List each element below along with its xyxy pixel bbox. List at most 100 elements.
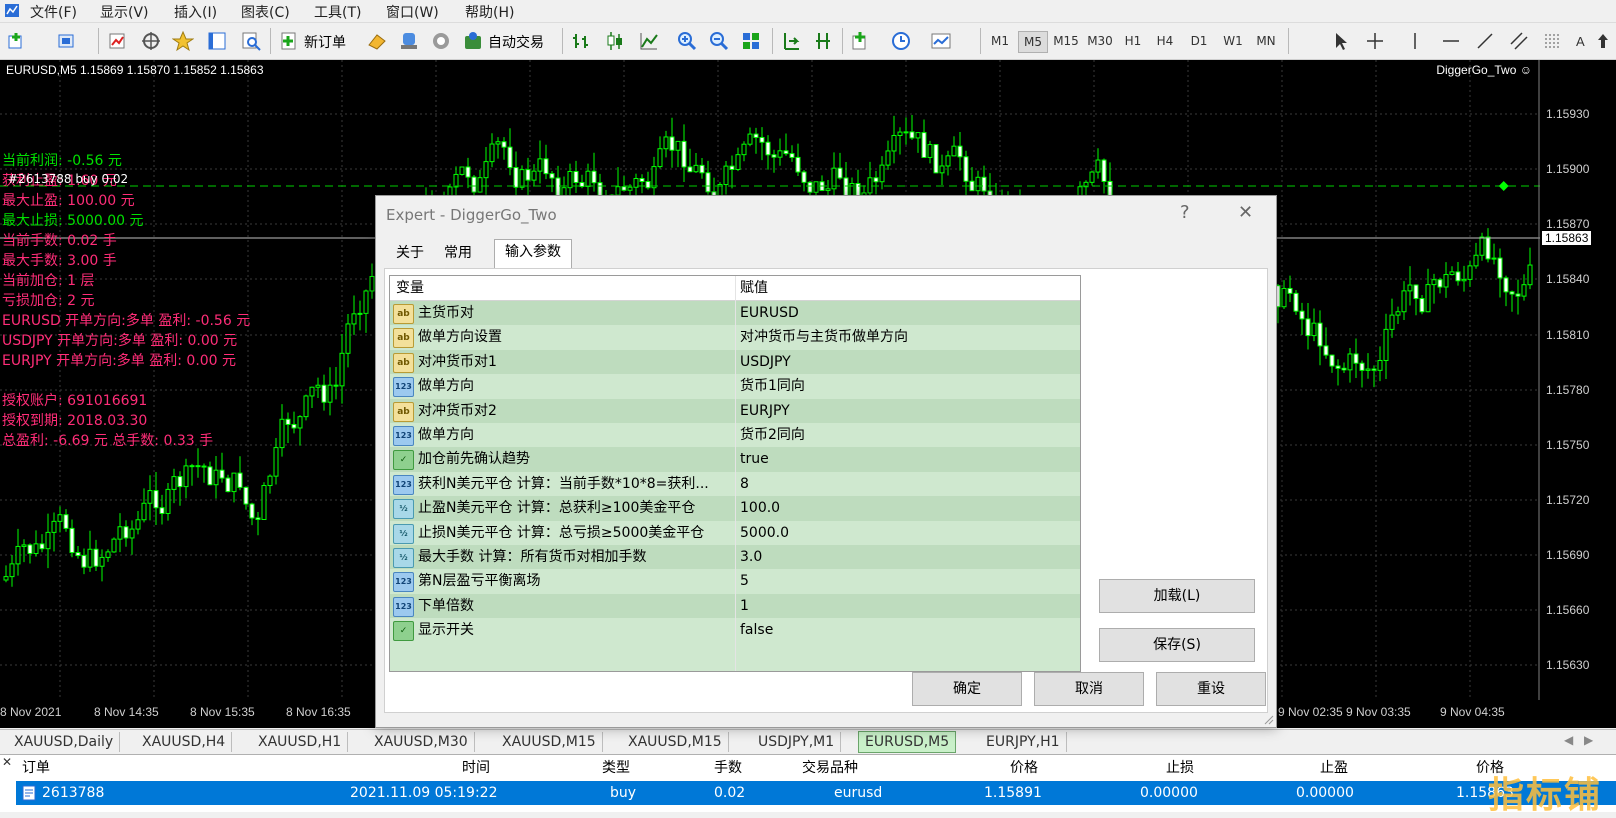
zoom-in-icon[interactable] <box>676 30 698 52</box>
tab-eurusd-m5[interactable]: EURUSD,M5 <box>858 731 957 753</box>
candlestick-icon[interactable] <box>604 30 626 52</box>
templates-icon[interactable] <box>930 30 952 52</box>
menu-charts[interactable]: 图表(C) <box>241 2 290 22</box>
close-button[interactable]: ✕ <box>1238 202 1253 223</box>
param-value[interactable]: USDJPY <box>740 350 791 375</box>
col-time[interactable]: 时间 <box>462 757 490 779</box>
param-value[interactable]: EURJPY <box>740 399 790 424</box>
auto-trading-icon[interactable] <box>462 30 484 52</box>
timeframe-h1[interactable]: H1 <box>1120 31 1146 51</box>
timeframe-m1[interactable]: M1 <box>986 31 1014 51</box>
load-button[interactable]: 加载(L) <box>1099 579 1255 613</box>
help-button[interactable]: ? <box>1180 202 1190 223</box>
param-value[interactable]: 1 <box>740 594 749 619</box>
resize-grip-icon[interactable] <box>1264 715 1274 725</box>
tab-xauusd-h4[interactable]: XAUUSD,H4 <box>136 732 233 752</box>
chart-shift-icon[interactable] <box>812 30 834 52</box>
tab-inputs[interactable]: 输入参数 <box>494 239 572 269</box>
line-chart-icon[interactable] <box>638 30 660 52</box>
param-value[interactable]: 5000.0 <box>740 521 789 546</box>
bar-chart-icon[interactable] <box>570 30 592 52</box>
price-scale[interactable]: 1.15930 1.15900 1.15870 1.15840 1.15810 1.157… <box>1540 60 1616 728</box>
table-row[interactable] <box>16 781 1616 805</box>
col-value[interactable]: 赋值 <box>735 276 1080 301</box>
metaeditor-icon[interactable] <box>366 30 388 52</box>
new-order-icon[interactable] <box>278 30 300 52</box>
col-lots[interactable]: 手数 <box>714 757 742 779</box>
signals-icon[interactable] <box>398 30 420 52</box>
tab-xauusd-m30[interactable]: XAUUSD,M30 <box>368 732 475 752</box>
cursor-icon[interactable] <box>1330 30 1352 52</box>
equidistant-channel-icon[interactable] <box>1508 30 1530 52</box>
param-value[interactable]: 货币2同向 <box>740 423 805 448</box>
tile-windows-icon[interactable] <box>740 30 762 52</box>
periods-icon[interactable] <box>890 30 912 52</box>
param-value[interactable]: 5 <box>740 569 749 594</box>
tab-xauusd-daily[interactable]: XAUUSD,Daily <box>8 732 121 752</box>
navigator-icon[interactable] <box>172 30 194 52</box>
col-type[interactable]: 类型 <box>602 757 630 779</box>
vertical-line-icon[interactable] <box>1404 30 1426 52</box>
tab-scroll-left-icon[interactable]: ◀ <box>1564 733 1573 747</box>
col-order[interactable]: 订单 <box>22 757 50 779</box>
trendline-icon[interactable] <box>1474 30 1496 52</box>
tab-xauusd-m15[interactable]: XAUUSD,M15 <box>496 732 603 752</box>
timeframe-d1[interactable]: D1 <box>1186 31 1212 51</box>
text-label-icon[interactable]: A <box>1570 30 1592 52</box>
radio-icon[interactable] <box>430 30 452 52</box>
param-value[interactable]: true <box>740 447 769 472</box>
ok-button[interactable]: 确定 <box>912 672 1022 706</box>
param-value[interactable]: EURUSD <box>740 301 799 326</box>
menu-window[interactable]: 窗口(W) <box>386 2 439 22</box>
tab-about[interactable]: 关于 <box>386 241 434 266</box>
auto-trading-button[interactable]: 自动交易 <box>488 32 544 52</box>
cancel-button[interactable]: 取消 <box>1034 672 1144 706</box>
param-value[interactable]: 100.0 <box>740 496 780 521</box>
tab-xauusd-h1[interactable]: XAUUSD,H1 <box>252 732 349 752</box>
menu-file[interactable]: 文件(F) <box>30 2 77 22</box>
param-value[interactable]: 货币1同向 <box>740 374 805 399</box>
new-order-button[interactable]: 新订单 <box>304 32 346 52</box>
market-watch-icon[interactable] <box>106 30 128 52</box>
profiles-icon[interactable] <box>56 30 78 52</box>
param-value[interactable]: 3.0 <box>740 545 762 570</box>
auto-scroll-icon[interactable] <box>780 30 802 52</box>
param-value[interactable]: 对冲货币与主货币做单方向 <box>740 325 908 350</box>
tab-common[interactable]: 常用 <box>434 241 482 266</box>
close-panel-icon[interactable]: ✕ <box>2 755 12 769</box>
timeframe-m5[interactable]: M5 <box>1018 31 1048 53</box>
crosshair-icon[interactable] <box>1364 30 1386 52</box>
terminal-icon[interactable] <box>206 30 228 52</box>
menu-insert[interactable]: 插入(I) <box>174 2 217 22</box>
arrow-icon[interactable] <box>1592 30 1614 52</box>
save-button[interactable]: 保存(S) <box>1099 628 1255 662</box>
horizontal-line-icon[interactable] <box>1440 30 1462 52</box>
new-chart-icon[interactable] <box>6 30 28 52</box>
reset-button[interactable]: 重设 <box>1156 672 1266 706</box>
timeframe-w1[interactable]: W1 <box>1220 31 1246 51</box>
param-value[interactable]: 8 <box>740 472 749 497</box>
col-sl[interactable]: 止损 <box>1166 757 1194 779</box>
param-value[interactable]: false <box>740 618 773 643</box>
col-price[interactable]: 价格 <box>1010 757 1038 779</box>
fibonacci-icon[interactable] <box>1542 30 1564 52</box>
timeframe-mn[interactable]: MN <box>1252 31 1280 51</box>
menu-help[interactable]: 帮助(H) <box>465 2 514 22</box>
zoom-out-icon[interactable] <box>708 30 730 52</box>
col-tp[interactable]: 止盈 <box>1320 757 1348 779</box>
col-symbol[interactable]: 交易品种 <box>802 757 858 779</box>
data-window-icon[interactable] <box>140 30 162 52</box>
strategy-tester-icon[interactable] <box>240 30 262 52</box>
menu-tools[interactable]: 工具(T) <box>314 2 361 22</box>
col-variable[interactable]: 变量 <box>390 276 741 301</box>
indicators-icon[interactable] <box>850 30 872 52</box>
timeframe-m30[interactable]: M30 <box>1084 31 1116 51</box>
tab-eurjpy-h1[interactable]: EURJPY,H1 <box>980 732 1067 752</box>
menu-view[interactable]: 显示(V) <box>100 2 149 22</box>
timeframe-h4[interactable]: H4 <box>1152 31 1178 51</box>
timeframe-m15[interactable]: M15 <box>1050 31 1082 51</box>
tab-xauusd-m15-2[interactable]: XAUUSD,M15 <box>622 732 729 752</box>
tab-usdjpy-m1[interactable]: USDJPY,M1 <box>752 732 842 752</box>
candle-body <box>267 475 273 487</box>
tab-scroll-right-icon[interactable]: ▶ <box>1584 733 1593 747</box>
